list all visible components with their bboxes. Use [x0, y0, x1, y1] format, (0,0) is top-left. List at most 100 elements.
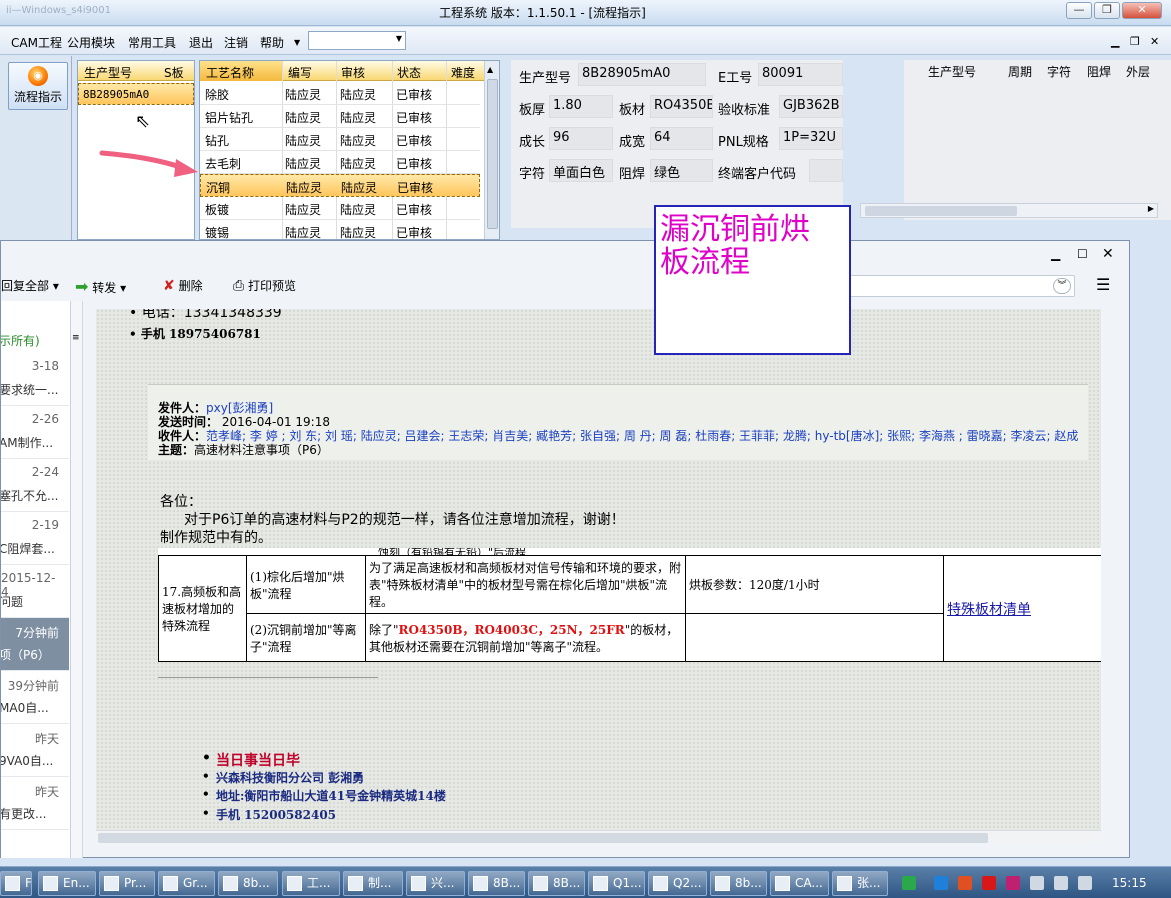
field-customer[interactable]: [809, 159, 843, 182]
list-item[interactable]: 昨天 有更改...: [1, 777, 69, 830]
mdi-restore-icon[interactable]: ❐: [1130, 35, 1140, 48]
field-prod-model[interactable]: 8B28905mA0: [578, 63, 706, 86]
table-row[interactable]: 钻孔 陆应灵 陆应灵 已审核: [200, 128, 480, 151]
field-pnl[interactable]: 1P=32U: [779, 127, 843, 150]
field-standard[interactable]: GJB362B: [779, 95, 843, 118]
taskbar-button[interactable]: CA...: [770, 871, 829, 896]
menu-icon[interactable]: ☰: [1096, 275, 1110, 294]
scroll-thumb[interactable]: [487, 79, 498, 229]
mail-search-input[interactable]: ︾: [849, 275, 1075, 297]
maximize-button[interactable]: ❐: [1094, 2, 1120, 19]
col-header-process[interactable]: 工艺名称: [206, 64, 254, 81]
scroll-thumb[interactable]: [98, 833, 988, 843]
list-item[interactable]: 3-18 要求统一...: [1, 353, 69, 406]
taskbar-button[interactable]: Gr...: [158, 871, 215, 896]
taskbar-button[interactable]: 8b...: [710, 871, 767, 896]
close-button[interactable]: ✕: [1122, 2, 1162, 19]
chevron-down-icon[interactable]: ︾: [1053, 278, 1071, 294]
menu-common-tools[interactable]: 常用工具: [128, 34, 176, 51]
taskbar-button[interactable]: 8B...: [528, 871, 585, 896]
taskbar-button[interactable]: Q1...: [588, 871, 645, 896]
tray-tool-icon[interactable]: [958, 876, 972, 890]
taskbar-button[interactable]: 张...: [832, 871, 888, 896]
close-icon[interactable]: ✕: [1102, 246, 1114, 262]
field-width[interactable]: 64: [650, 127, 713, 150]
scroll-up-icon[interactable]: ▲: [487, 65, 493, 74]
taskbar-button[interactable]: Fo...: [0, 871, 32, 896]
taskbar-button[interactable]: 8B...: [468, 871, 525, 896]
menu-cam[interactable]: CAM工程: [11, 34, 62, 51]
col-header-difficulty[interactable]: 难度: [451, 64, 475, 81]
col-header-model[interactable]: 生产型号: [928, 63, 976, 80]
mdi-close-icon[interactable]: ✕: [1150, 35, 1159, 48]
print-preview-button[interactable]: ⎙ 打印预览: [233, 277, 296, 294]
taskbar-button[interactable]: En...: [38, 871, 96, 896]
mail-list-scrollbar[interactable]: ≡: [71, 301, 83, 858]
menu-combo-box[interactable]: ▼: [308, 31, 406, 50]
taskbar-button[interactable]: 工...: [282, 871, 340, 896]
list-filter-label[interactable]: 示所有): [1, 332, 40, 349]
col-header-model[interactable]: 生产型号: [84, 64, 132, 81]
tray-app-icon[interactable]: [902, 876, 916, 890]
table-row[interactable]: 沉铜 陆应灵 陆应灵 已审核: [200, 174, 480, 197]
col-header-mask[interactable]: 阻焊: [1087, 63, 1111, 80]
menu-exit[interactable]: 退出: [189, 34, 213, 51]
tray-flag-icon[interactable]: [1078, 876, 1092, 890]
tray-x-icon[interactable]: [1006, 876, 1020, 890]
taskbar-button[interactable]: 8b...: [218, 871, 278, 896]
minimize-button[interactable]: —: [1066, 2, 1092, 19]
col-header-s-board[interactable]: S板: [164, 64, 184, 81]
reply-all-button[interactable]: 回复全部 ▾: [1, 277, 59, 294]
delete-button[interactable]: ✘ 删除: [163, 277, 203, 294]
col-header-status[interactable]: 状态: [397, 64, 421, 81]
forward-button[interactable]: ➡ 转发 ▾: [75, 277, 126, 296]
list-item[interactable]: 2-26 AM制作...: [1, 406, 69, 459]
list-item[interactable]: 2-24 塞孔不允...: [1, 459, 69, 512]
field-e-no[interactable]: 80091: [758, 63, 843, 86]
field-legend[interactable]: 单面白色: [549, 159, 613, 182]
tray-flash-icon[interactable]: [934, 876, 948, 890]
special-material-list-link[interactable]: 特殊板材清单: [947, 602, 1031, 618]
taskbar-button[interactable]: 制...: [343, 871, 403, 896]
flow-indicator-button[interactable]: ◉ 流程指示: [8, 62, 68, 110]
minimize-icon[interactable]: ▁: [1051, 247, 1060, 261]
tray-volume-icon[interactable]: [1054, 876, 1068, 890]
clock[interactable]: 15:15: [1112, 876, 1147, 890]
table-row[interactable]: 8B28905mA0: [78, 83, 194, 105]
taskbar-button[interactable]: Pr...: [99, 871, 155, 896]
chevron-down-icon[interactable]: ▼: [294, 38, 300, 47]
table-row[interactable]: 除胶 陆应灵 陆应灵 已审核: [200, 82, 480, 105]
field-material[interactable]: RO4350B: [650, 95, 713, 118]
process-grid-scrollbar[interactable]: ▲: [484, 61, 499, 239]
tray-network-icon[interactable]: [1030, 876, 1044, 890]
list-item[interactable]: 39分钟前 MA0自...: [1, 671, 69, 724]
mdi-minimize-icon[interactable]: ▁: [1111, 35, 1119, 48]
col-header-legend[interactable]: 字符: [1047, 63, 1071, 80]
list-item[interactable]: 昨天 9VA0自...: [1, 724, 69, 777]
table-row[interactable]: 镀锡 陆应灵 陆应灵 已审核: [200, 220, 480, 239]
menu-logout[interactable]: 注销: [224, 34, 248, 51]
tray-g-icon[interactable]: [982, 876, 996, 890]
table-row[interactable]: 铝片钻孔 陆应灵 陆应灵 已审核: [200, 105, 480, 128]
menu-public-module[interactable]: 公用模块: [67, 34, 115, 51]
col-header-period[interactable]: 周期: [1008, 63, 1032, 80]
table-row[interactable]: 去毛刺 陆应灵 陆应灵 已审核: [200, 151, 480, 174]
field-length[interactable]: 96: [549, 127, 613, 150]
right-grid-scrollbar[interactable]: ▶: [860, 203, 1158, 218]
col-header-outer[interactable]: 外层: [1126, 63, 1150, 80]
taskbar-button[interactable]: Q2...: [648, 871, 707, 896]
field-mask[interactable]: 绿色: [650, 159, 713, 182]
table-row[interactable]: 板镀 陆应灵 陆应灵 已审核: [200, 197, 480, 220]
reading-horizontal-scrollbar[interactable]: [96, 830, 1101, 844]
taskbar-button[interactable]: 兴...: [406, 871, 465, 896]
list-item[interactable]: 2015-12-4 问题: [1, 565, 69, 618]
scroll-thumb[interactable]: [865, 206, 1017, 216]
maximize-icon[interactable]: ☐: [1077, 247, 1088, 261]
list-item[interactable]: 7分钟前 项（P6）: [1, 618, 69, 671]
scroll-right-icon[interactable]: ▶: [1148, 204, 1154, 213]
menu-help[interactable]: 帮助: [260, 34, 284, 51]
list-item[interactable]: 2-19 C阻焊套...: [1, 512, 69, 565]
col-header-review[interactable]: 审核: [341, 64, 365, 81]
field-thickness[interactable]: 1.80: [549, 95, 613, 118]
col-header-author[interactable]: 编写: [288, 64, 312, 81]
